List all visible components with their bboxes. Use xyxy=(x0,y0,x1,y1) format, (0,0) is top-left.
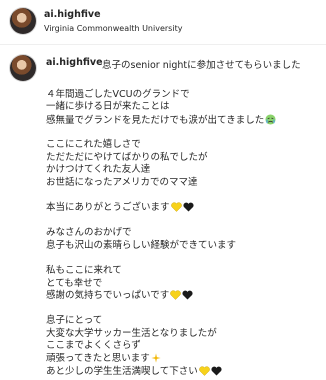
caption-line: ただただにやけてばかりの私でしたが xyxy=(46,151,208,163)
divider xyxy=(0,44,326,45)
black-heart-emoji xyxy=(182,202,194,217)
black-heart-emoji xyxy=(182,290,193,305)
caption-line: 一緒に歩ける日が来たことは xyxy=(46,101,170,113)
caption-line: ４年間過ごしたVCUのグランドで xyxy=(46,88,190,100)
post-username[interactable]: ai.highfive xyxy=(44,9,101,20)
caption-line: 本当にありがとうございます xyxy=(46,202,318,215)
caption-comment: ai.highfive 息子のsenior nightに参加させてもらいました … xyxy=(0,48,326,377)
caption-line: ここまでよくくさらず xyxy=(46,340,141,352)
caption-line: みなさんのおかげで xyxy=(46,227,132,239)
caption-line: 頑張ってきたと思います xyxy=(46,353,318,366)
post-location[interactable]: Virginia Commonwealth University xyxy=(44,24,182,33)
caption-line: ここにこれた嬉しさで xyxy=(46,138,141,150)
caption-line: かけつけてくれた友人達 xyxy=(46,164,151,176)
caption-username[interactable]: ai.highfive xyxy=(46,57,103,68)
caption-line: 大変な大学サッカー生活となりましたが xyxy=(46,327,217,339)
post-header: ai.highfive Virginia Commonwealth Univer… xyxy=(0,0,326,44)
caption-line: 息子も沢山の素晴らしい経験ができています xyxy=(46,239,237,251)
yellow-heart-emoji xyxy=(170,202,182,217)
caption-line: 感謝の気持ちでいっぱいです xyxy=(46,290,318,303)
caption-line: 息子にとって xyxy=(46,315,103,327)
caption-avatar[interactable] xyxy=(10,55,36,81)
caption-line: とても幸せで xyxy=(46,277,103,289)
crying-face-emoji xyxy=(265,114,276,130)
caption-body: ４年間過ごしたVCUのグランドで 一緒に歩ける日が来たことは 感無量でグランドを… xyxy=(46,76,318,378)
caption-line: お世話になったアメリカでのママ達 xyxy=(46,176,198,188)
caption-line: 感無量でグランドを見ただけでも涙が出てきました xyxy=(46,114,318,127)
avatar[interactable] xyxy=(10,8,36,34)
yellow-heart-emoji xyxy=(170,290,181,305)
caption-first-line: 息子のsenior nightに参加させてもらいました xyxy=(102,60,301,71)
caption-line: 私もここに来れて xyxy=(46,264,122,276)
